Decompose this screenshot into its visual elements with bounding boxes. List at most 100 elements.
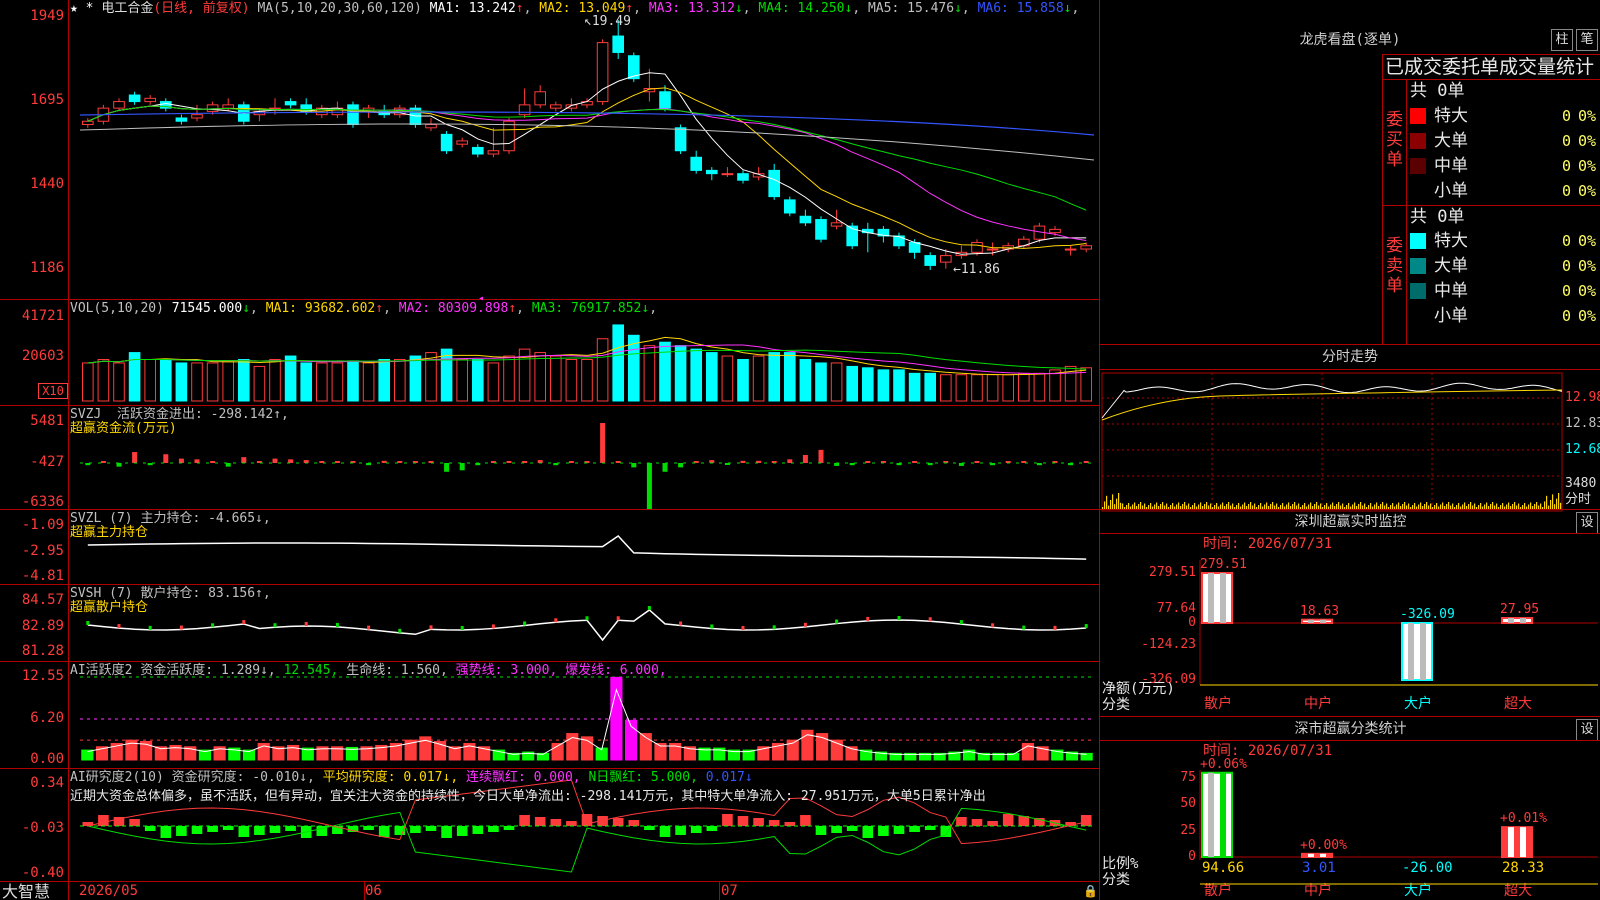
sz-bar-body — [1501, 617, 1533, 625]
buy-side-label: 委买单 — [1386, 110, 1403, 170]
ma30-line — [87, 105, 1087, 211]
cls-category: 大户 — [1404, 883, 1432, 899]
svsh-tick — [772, 625, 776, 630]
intraday-vol-bar — [1544, 501, 1546, 509]
svzj-bar — [818, 449, 824, 463]
svsh-tick — [1084, 624, 1088, 629]
svzj-bar — [631, 463, 637, 468]
svzj-bar — [678, 463, 684, 468]
sz-bar-value: 279.51 — [1200, 557, 1247, 572]
ma-value-4: MA4: 14.250 — [758, 1, 845, 16]
svzj-bar — [740, 460, 746, 463]
volume-bar — [815, 362, 827, 402]
order-percent: 0% — [1578, 257, 1597, 275]
order-count: 0 — [1561, 257, 1571, 275]
favorite-star-icon[interactable]: ★ * — [70, 1, 93, 16]
column-view-button[interactable]: 柱 — [1551, 29, 1573, 51]
intraday-volume — [1102, 493, 1562, 509]
candle-body — [549, 104, 562, 109]
svzj-axis-tick: -427 — [30, 454, 64, 470]
cls-bar-body — [1201, 771, 1233, 859]
intraday-vol-bar — [1316, 502, 1318, 509]
ai-active-value2: 12.545, — [283, 663, 339, 678]
volume-bar — [81, 362, 94, 402]
tick-view-button[interactable]: 笔 — [1576, 29, 1598, 51]
cls-y-tick: 25 — [1180, 822, 1196, 838]
order-count: 0 — [1561, 157, 1571, 175]
sz-y-tick: 77.64 — [1156, 601, 1196, 617]
volume-bar — [783, 352, 796, 402]
order-count: 0 — [1561, 132, 1571, 150]
cls-ylabel: 比例% — [1102, 856, 1139, 872]
intraday-vol-bar — [1118, 493, 1120, 509]
lock-icon[interactable]: 🔒 — [1083, 884, 1098, 899]
cls-bar-change: +0.01% — [1500, 811, 1547, 827]
ma-arrow-1: ↑ — [515, 1, 524, 16]
intraday-vol-bar — [1116, 498, 1118, 509]
order-row: 中单 0 0% — [1406, 279, 1600, 303]
svzj-bar — [241, 457, 247, 463]
sz-settings-button[interactable]: 设 — [1576, 512, 1598, 534]
candle-body — [518, 104, 531, 116]
ai-research-axis-tick: 0.34 — [30, 775, 64, 791]
low-price-label: 11.86 — [960, 262, 1000, 277]
cls-bar — [1501, 826, 1533, 858]
vol-ma-values: MA1: 93682.602↑, MA2: 80309.898↑, MA3: 7… — [266, 301, 665, 316]
volume-bar — [237, 359, 250, 402]
volume-bar — [300, 362, 313, 402]
order-type: 小单 — [1434, 181, 1468, 201]
order-table-frame — [1382, 79, 1600, 80]
svsh-subtitle: 超赢散户持仓 — [70, 600, 149, 615]
order-row: 大单 0 0% — [1406, 254, 1600, 278]
left-frame — [68, 0, 69, 900]
ai-research-bar — [207, 826, 218, 832]
brand-label: 大智慧 — [2, 882, 51, 900]
svsh-tick — [679, 621, 683, 626]
cls-bar-stripe — [1508, 827, 1514, 857]
ai-research-bar — [893, 826, 905, 834]
intraday-vol-bar — [1556, 498, 1558, 509]
ai-research-bar — [144, 826, 156, 831]
svzl-legend: SVZL (7) 主力持仓: -4.665↓, — [70, 511, 271, 526]
period-label[interactable]: (日线, 前复权) — [153, 1, 249, 16]
candle-body — [222, 104, 235, 109]
svzj-title: SVZJ 活跃资金进出: -298.142↑, — [70, 407, 289, 422]
order-row: 特大 0 0% — [1406, 104, 1600, 128]
svsh-tick — [897, 616, 901, 621]
ai-research-legend: AI研究度2(10) 资金研究度: -0.010↓, 平均研究度: 0.017↓… — [70, 770, 753, 785]
ai-life-line: 生命线: 1.560, — [346, 663, 448, 678]
candle-body — [284, 101, 297, 106]
ai-research-axis-tick: -0.03 — [21, 820, 64, 836]
ai-research-bar — [675, 826, 686, 835]
intraday-vol-bar — [1448, 502, 1450, 509]
volume-bar — [737, 359, 749, 402]
cls-bar-body — [1301, 852, 1333, 859]
ai-research-bar — [410, 826, 421, 833]
candle-body — [721, 173, 734, 176]
sz-y-tick: 279.51 — [1149, 565, 1196, 580]
ai-research-bar — [784, 822, 796, 826]
ai-research-label: AI研究度2(10) 资金研究度: -0.010↓, — [70, 770, 315, 785]
ma-sep: , — [1071, 1, 1088, 16]
order-table-frame — [1382, 54, 1383, 344]
kline-chart-area[interactable] — [0, 0, 1100, 900]
sz-bar-stripe — [1408, 623, 1414, 680]
svzj-legend: SVZJ 活跃资金进出: -298.142↑, — [70, 407, 289, 422]
intraday-vol-bar — [1536, 502, 1538, 509]
svzj-bar — [912, 461, 918, 463]
svsh-tick — [367, 625, 371, 630]
sz-bar-stripe — [1320, 619, 1326, 623]
vol-ma-value-3: MA3: 76917.852 — [531, 301, 642, 316]
volume-bars — [81, 324, 1093, 402]
candle-body — [971, 241, 983, 253]
ai-research-bar — [238, 826, 250, 837]
cls-settings-button[interactable]: 设 — [1576, 719, 1598, 741]
svzj-bar — [397, 461, 403, 463]
volume-bar — [674, 345, 687, 402]
svzj-bar — [178, 458, 184, 463]
intraday-vol-bar — [1140, 502, 1142, 509]
intraday-vol-bar — [1382, 502, 1384, 509]
svsh-tick — [148, 625, 152, 630]
ai-research-bar — [971, 819, 983, 826]
sz-bar-stripe — [1520, 618, 1526, 623]
